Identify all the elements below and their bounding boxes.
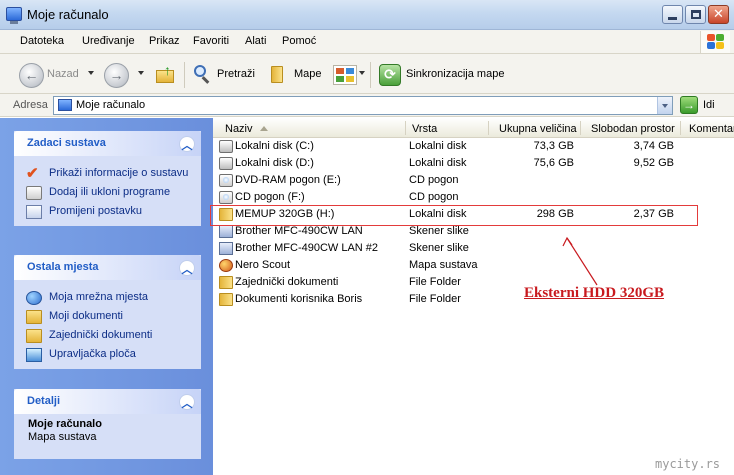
annotation-arrow [562, 236, 598, 286]
watermark: mycity.rs [655, 457, 721, 471]
annotation-label: Eksterni HDD 320GB [524, 285, 665, 301]
